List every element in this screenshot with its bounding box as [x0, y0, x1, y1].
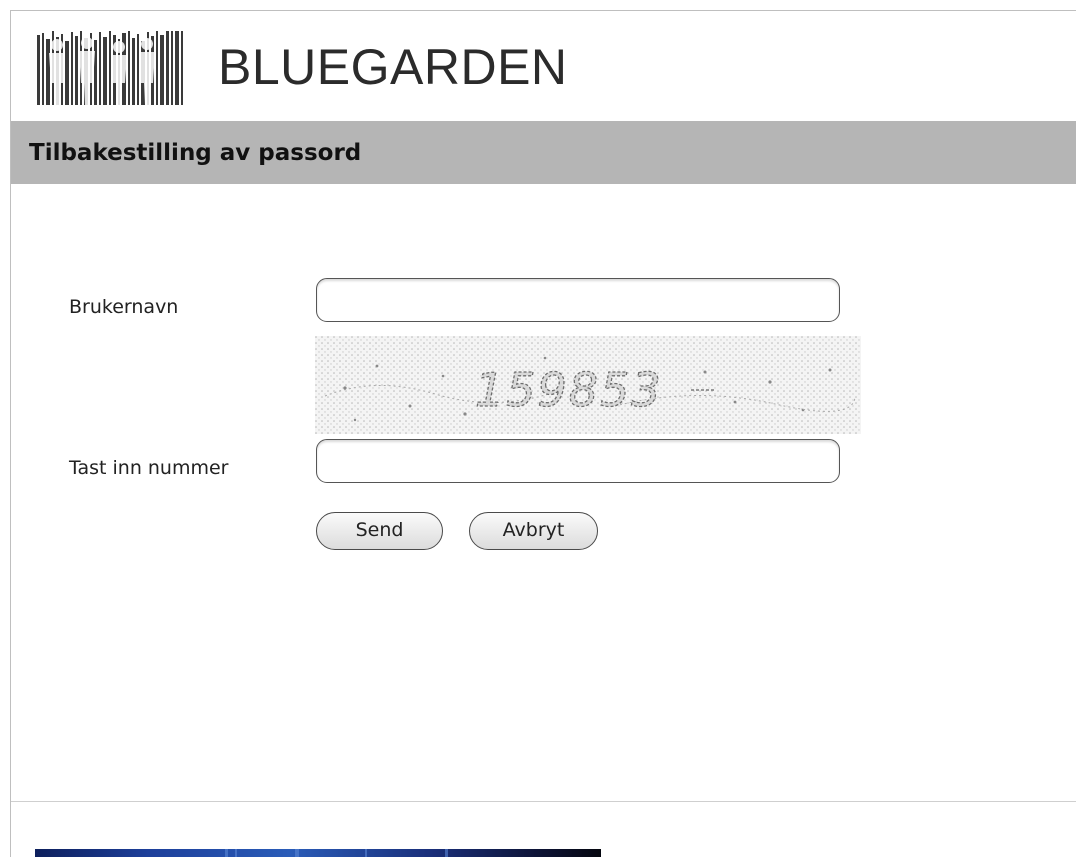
username-input[interactable] — [316, 278, 840, 322]
username-label: Brukernavn — [69, 296, 179, 318]
captcha-input-label: Tast inn nummer — [69, 457, 229, 479]
page-title-bar: Tilbakestilling av passord — [11, 121, 1076, 184]
cancel-button[interactable]: Avbryt — [469, 512, 598, 550]
captcha-code: 159853 — [475, 363, 663, 417]
blue-banner-image — [35, 849, 601, 857]
page-title: Tilbakestilling av passord — [29, 140, 362, 166]
footer-divider — [11, 801, 1076, 802]
captcha-image: 159853 — [315, 336, 861, 434]
captcha-input[interactable] — [316, 439, 840, 483]
header: BLUEGARDEN — [11, 11, 1076, 121]
brand-name: BLUEGARDEN — [218, 39, 568, 95]
barcode-people-logo-icon — [35, 29, 187, 107]
page-frame: BLUEGARDEN Tilbakestilling av passord Br… — [10, 10, 1076, 857]
send-button[interactable]: Send — [316, 512, 443, 550]
